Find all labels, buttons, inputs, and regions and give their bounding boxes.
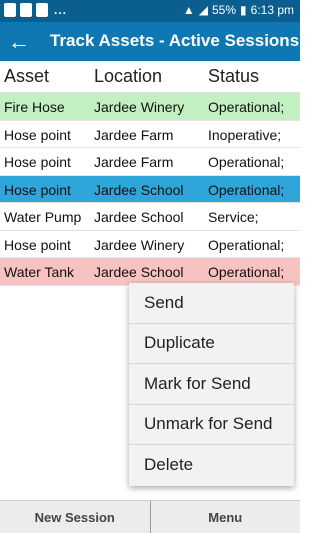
- table-row-selected[interactable]: Hose point Jardee School Operational;: [0, 175, 300, 203]
- status-cell: Operational;: [208, 99, 285, 115]
- table-row[interactable]: Water Tank Jardee School Operational;: [0, 258, 300, 286]
- asset-cell: Hose point: [4, 236, 71, 253]
- column-header-asset: Asset: [4, 66, 50, 86]
- location-cell: Jardee School: [94, 264, 184, 280]
- back-arrow-icon[interactable]: ←: [0, 22, 38, 61]
- wifi-icon: ▲: [182, 3, 195, 17]
- new-session-button[interactable]: New Session: [0, 501, 150, 533]
- page-title: Track Assets - Active Sessions: [50, 31, 300, 50]
- menu-item-mark-for-send[interactable]: Mark for Send: [129, 364, 294, 405]
- table-header: Asset Location Status: [0, 61, 300, 93]
- menu-item-delete[interactable]: Delete: [129, 445, 294, 486]
- asset-cell: Hose point: [4, 181, 71, 198]
- location-cell: Jardee Winery: [94, 236, 185, 253]
- table-row[interactable]: Water Pump Jardee School Service;: [0, 203, 300, 231]
- menu-button[interactable]: Menu: [149, 501, 301, 533]
- battery-icon: ▮: [240, 3, 247, 17]
- asset-table: Fire Hose Jardee Winery Operational; Hos…: [0, 93, 300, 286]
- status-bar: ... ▲ ◢ 55% ▮ 6:13 pm: [0, 0, 300, 22]
- asset-cell: Hose point: [4, 154, 71, 170]
- location-cell: Jardee Farm: [94, 126, 174, 143]
- status-bar-notifications: ...: [4, 3, 67, 17]
- more-notifications: ...: [54, 3, 68, 17]
- status-cell: Operational;: [208, 154, 285, 170]
- table-row[interactable]: Hose point Jardee Farm Operational;: [0, 148, 300, 176]
- table-row[interactable]: Fire Hose Jardee Winery Operational;: [0, 93, 300, 121]
- status-cell: Operational;: [208, 181, 285, 198]
- column-header-location: Location: [94, 66, 163, 86]
- context-menu: Send Duplicate Mark for Send Unmark for …: [129, 283, 294, 486]
- asset-cell: Hose point: [4, 126, 71, 143]
- asset-cell: Water Pump: [4, 209, 82, 225]
- status-bar-system: ▲ ◢ 55% ▮ 6:13 pm: [183, 3, 294, 17]
- asset-cell: Fire Hose: [4, 99, 65, 115]
- status-cell: Operational;: [208, 264, 285, 280]
- menu-item-duplicate[interactable]: Duplicate: [129, 324, 294, 364]
- asset-cell: Water Tank: [4, 264, 75, 280]
- location-cell: Jardee School: [94, 209, 184, 225]
- signal-icon: ◢: [198, 3, 208, 17]
- table-row[interactable]: Hose point Jardee Winery Operational;: [0, 231, 300, 258]
- flag-icon: [36, 3, 48, 17]
- bottom-bar: New Session Menu: [0, 500, 300, 533]
- table-row[interactable]: Hose point Jardee Farm Inoperative;: [0, 121, 300, 148]
- location-cell: Jardee School: [94, 181, 184, 198]
- status-cell: Service;: [208, 209, 259, 225]
- menu-item-send[interactable]: Send: [129, 283, 294, 324]
- battery-percent: 55%: [212, 3, 237, 17]
- location-cell: Jardee Winery: [94, 99, 185, 115]
- document-icon: [20, 3, 32, 17]
- menu-item-unmark-for-send[interactable]: Unmark for Send: [129, 405, 294, 445]
- app-bar: ← Track Assets - Active Sessions: [0, 22, 300, 61]
- status-cell: Operational;: [208, 236, 285, 253]
- column-header-status: Status: [208, 66, 260, 86]
- location-cell: Jardee Farm: [94, 154, 174, 170]
- clock: 6:13 pm: [250, 3, 294, 17]
- status-cell: Inoperative;: [208, 126, 282, 143]
- image-icon: [4, 3, 16, 17]
